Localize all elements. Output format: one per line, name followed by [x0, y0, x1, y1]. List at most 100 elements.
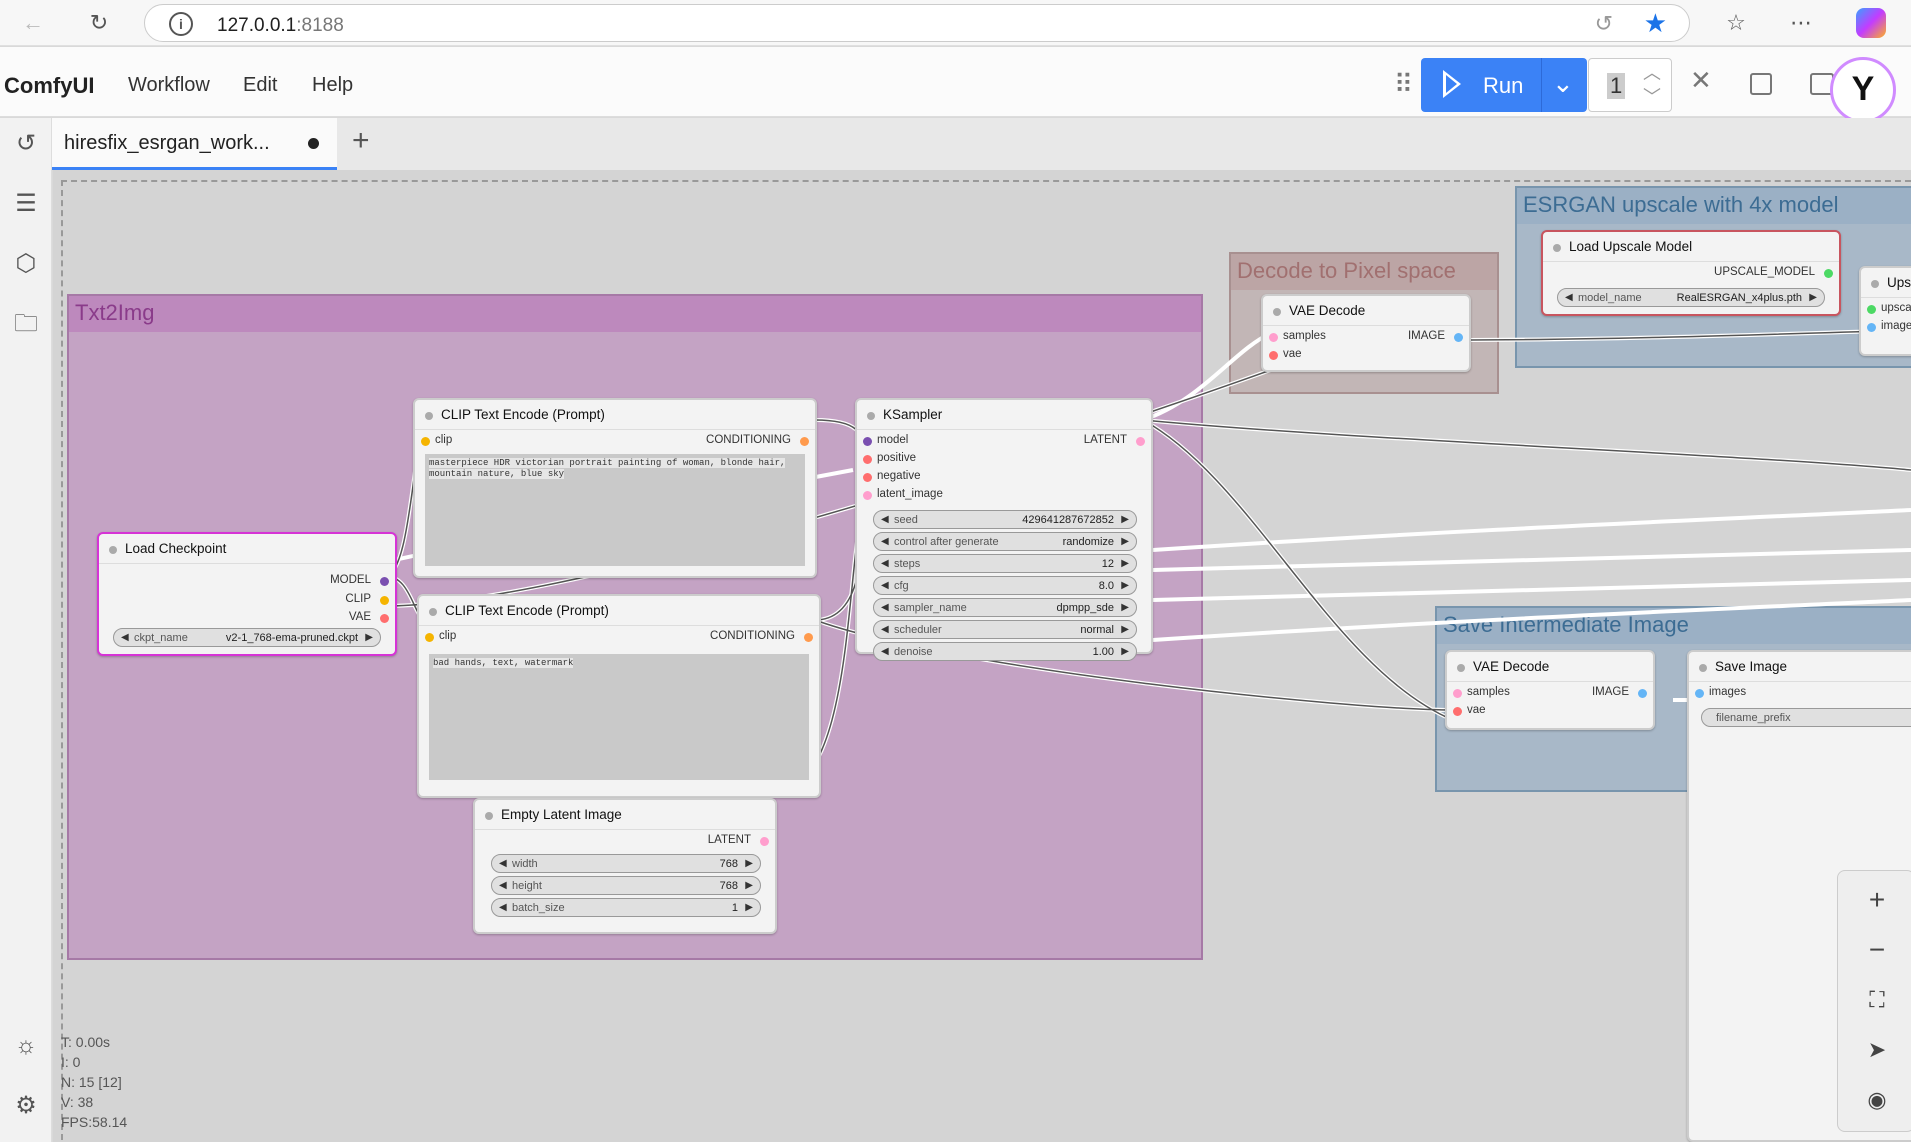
output-conditioning[interactable]: CONDITIONING	[706, 434, 791, 446]
node-clip-positive[interactable]: CLIP Text Encode (Prompt) clip CONDITION…	[413, 398, 817, 578]
upscale-model-port-icon[interactable]	[1824, 269, 1833, 278]
increment-icon[interactable]: ︿	[1643, 59, 1661, 85]
node-upscale-image[interactable]: Ups upsca image	[1859, 266, 1911, 356]
menu-help[interactable]: Help	[312, 74, 353, 97]
favorites-icon[interactable]: ☆	[1721, 8, 1751, 38]
input-clip[interactable]: clip	[439, 630, 456, 642]
toggle-links-eye-icon[interactable]: ◉	[1862, 1085, 1892, 1115]
latent-port-icon[interactable]	[863, 491, 872, 500]
output-image[interactable]: IMAGE	[1592, 686, 1629, 698]
latent-port-icon[interactable]	[1453, 689, 1462, 698]
input-latent-image[interactable]: latent_image	[877, 488, 943, 500]
input-clip[interactable]: clip	[435, 434, 452, 446]
site-info-icon[interactable]: i	[169, 12, 193, 36]
theme-toggle-icon[interactable]: ☼	[10, 1030, 42, 1062]
clip-port-icon[interactable]	[380, 596, 389, 605]
positive-port-icon[interactable]	[863, 455, 872, 464]
clip-port-icon[interactable]	[425, 633, 434, 642]
model-port-icon[interactable]	[863, 437, 872, 446]
node-title[interactable]: Load Upscale Model	[1543, 232, 1839, 262]
cfg-widget[interactable]: ◀ cfg 8.0 ▶	[873, 576, 1137, 595]
chevron-down-icon[interactable]: ⌄	[1552, 68, 1574, 99]
address-bar[interactable]: i 127.0.0.1:8188 ↺ ★	[144, 4, 1690, 42]
tab-workflow[interactable]: hiresfix_esrgan_work...	[52, 118, 337, 170]
model-library-icon[interactable]: ⬡	[10, 248, 42, 280]
input-upscale-model[interactable]: upsca	[1881, 302, 1911, 314]
image-port-icon[interactable]	[1638, 689, 1647, 698]
model-name-combo[interactable]: ◀ model_name RealESRGAN_x4plus.pth ▶	[1557, 288, 1825, 307]
node-load-upscale-model[interactable]: Load Upscale Model UPSCALE_MODEL ◀ model_…	[1541, 230, 1841, 316]
negative-port-icon[interactable]	[863, 473, 872, 482]
node-title[interactable]: CLIP Text Encode (Prompt)	[415, 400, 815, 430]
vae-port-icon[interactable]	[1453, 707, 1462, 716]
node-title[interactable]: KSampler	[857, 400, 1151, 430]
graph-canvas[interactable]: Txt2Img Decode to Pixel space ESRGAN ups…	[53, 170, 1911, 1142]
sampler-name-widget[interactable]: ◀ sampler_name dpmpp_sde ▶	[873, 598, 1137, 617]
clip-port-icon[interactable]	[421, 437, 430, 446]
cancel-icon[interactable]: ✕	[1690, 65, 1712, 96]
queue-list-icon[interactable]: ☰	[10, 188, 42, 220]
queue-count-value[interactable]: 1	[1607, 73, 1626, 99]
batch-size-widget[interactable]: ◀ batch_size 1 ▶	[491, 898, 761, 917]
node-ksampler[interactable]: KSampler model positive negative latent_…	[855, 398, 1153, 661]
node-title[interactable]: Save Image	[1689, 652, 1911, 682]
zoom-out-icon[interactable]: −	[1862, 935, 1892, 965]
image-port-icon[interactable]	[1867, 323, 1876, 332]
input-negative[interactable]: negative	[877, 470, 920, 482]
unsaved-dot-icon[interactable]	[308, 138, 319, 149]
stop-icon[interactable]	[1750, 73, 1772, 95]
input-image[interactable]: image	[1881, 320, 1911, 332]
scheduler-widget[interactable]: ◀ scheduler normal ▶	[873, 620, 1137, 639]
latent-port-icon[interactable]	[1136, 437, 1145, 446]
workflows-folder-icon[interactable]: 🗀	[10, 308, 42, 340]
vae-port-icon[interactable]	[1269, 351, 1278, 360]
history-icon[interactable]: ↺	[10, 128, 42, 160]
seed-widget[interactable]: ◀ seed 429641287672852 ▶	[873, 510, 1137, 529]
fit-view-icon[interactable]: ⛶	[1862, 985, 1892, 1015]
model-port-icon[interactable]	[380, 577, 389, 586]
node-title[interactable]: Empty Latent Image	[475, 800, 775, 830]
run-button[interactable]: Run ⌄	[1421, 58, 1587, 112]
user-avatar[interactable]: Y	[1830, 57, 1896, 123]
upscale-model-port-icon[interactable]	[1867, 305, 1876, 314]
node-vae-decode-1[interactable]: VAE Decode samples vae IMAGE	[1261, 294, 1471, 372]
input-samples[interactable]: samples	[1467, 686, 1510, 698]
conditioning-port-icon[interactable]	[804, 633, 813, 642]
image-port-icon[interactable]	[1454, 333, 1463, 342]
height-widget[interactable]: ◀ height 768 ▶	[491, 876, 761, 895]
prompt-textarea[interactable]: masterpiece HDR victorian portrait paint…	[425, 454, 805, 566]
zoom-in-icon[interactable]: +	[1862, 885, 1892, 915]
control-after-generate-widget[interactable]: ◀ control after generate randomize ▶	[873, 532, 1137, 551]
prompt-textarea[interactable]: bad hands, text, watermark	[429, 654, 809, 780]
node-title[interactable]: CLIP Text Encode (Prompt)	[419, 596, 819, 626]
reload-icon[interactable]: ↻	[84, 8, 114, 38]
width-widget[interactable]: ◀ width 768 ▶	[491, 854, 761, 873]
output-conditioning[interactable]: CONDITIONING	[710, 630, 795, 642]
latent-port-icon[interactable]	[760, 837, 769, 846]
output-model[interactable]: MODEL	[330, 574, 371, 586]
settings-gear-icon[interactable]: ⚙	[10, 1090, 42, 1122]
queue-count-stepper[interactable]: 1 ︿ ﹀	[1588, 58, 1672, 112]
input-model[interactable]: model	[877, 434, 908, 446]
output-vae[interactable]: VAE	[349, 611, 371, 623]
input-images[interactable]: images	[1709, 686, 1746, 698]
filename-prefix-widget[interactable]: filename_prefix	[1701, 708, 1911, 727]
more-icon[interactable]: ⋯	[1786, 8, 1816, 38]
input-samples[interactable]: samples	[1283, 330, 1326, 342]
output-image[interactable]: IMAGE	[1408, 330, 1445, 342]
denoise-widget[interactable]: ◀ denoise 1.00 ▶	[873, 642, 1137, 661]
new-tab-plus-icon[interactable]: +	[352, 124, 370, 158]
node-title[interactable]: Ups	[1861, 268, 1911, 298]
menu-edit[interactable]: Edit	[243, 74, 277, 97]
favorite-star-icon[interactable]: ★	[1644, 8, 1667, 39]
node-load-checkpoint[interactable]: Load Checkpoint MODEL CLIP VAE ◀ ckpt_nam…	[97, 532, 397, 656]
input-positive[interactable]: positive	[877, 452, 916, 464]
ckpt-name-combo[interactable]: ◀ ckpt_name v2-1_768-ema-pruned.ckpt ▶	[113, 628, 381, 647]
read-aloud-icon[interactable]: ↺	[1595, 11, 1613, 37]
steps-widget[interactable]: ◀ steps 12 ▶	[873, 554, 1137, 573]
node-title[interactable]: VAE Decode	[1263, 296, 1469, 326]
output-clip[interactable]: CLIP	[345, 593, 371, 605]
output-upscale-model[interactable]: UPSCALE_MODEL	[1714, 266, 1815, 278]
node-title[interactable]: Load Checkpoint	[99, 534, 395, 564]
back-icon[interactable]: ←	[18, 8, 48, 38]
